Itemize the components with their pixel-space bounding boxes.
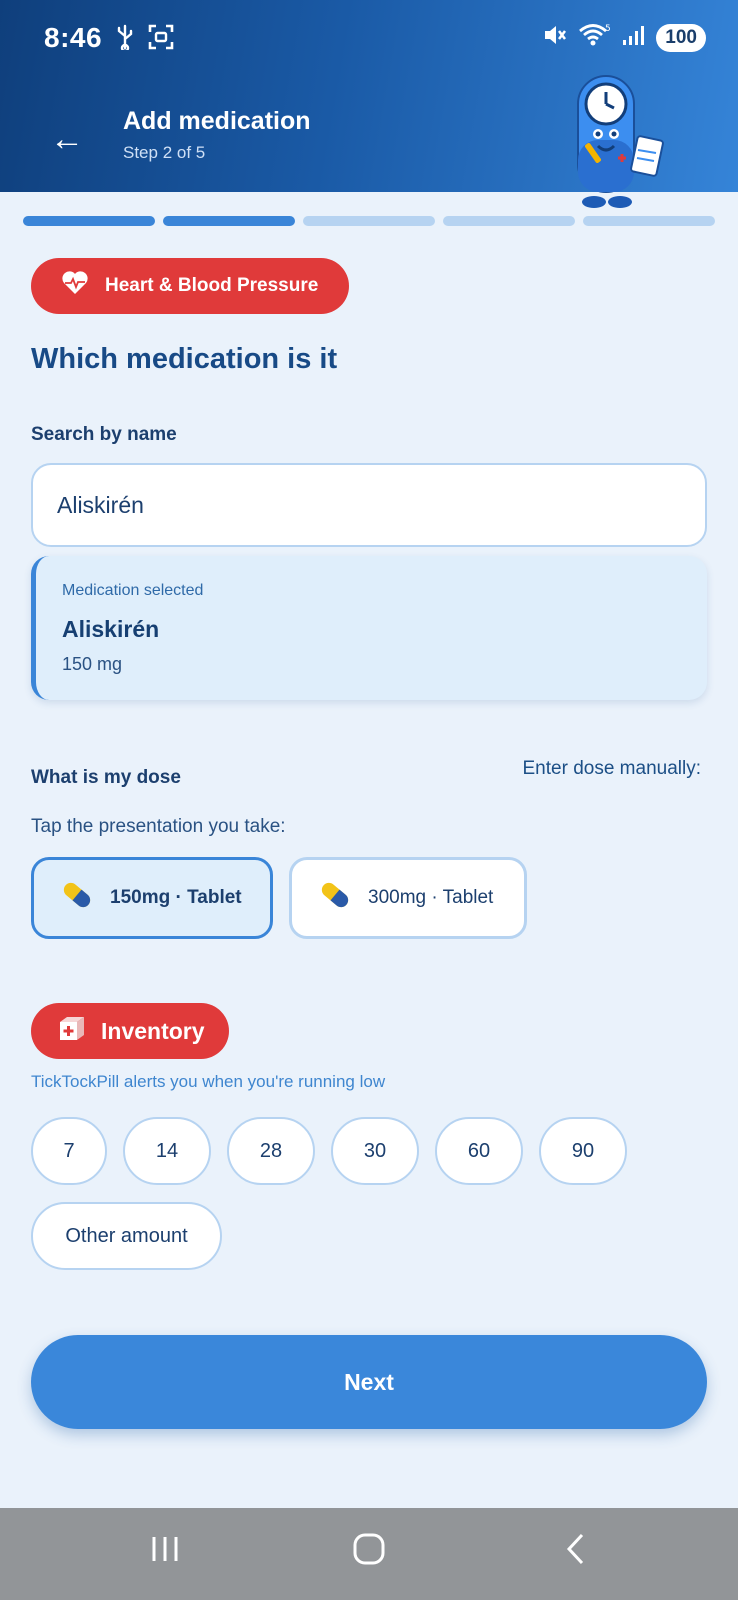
progress-segment-5 [583, 216, 715, 226]
recent-apps-icon[interactable] [148, 1532, 182, 1571]
selected-medication-name: Aliskirén [62, 616, 160, 642]
medkit-icon [57, 1014, 87, 1048]
inventory-amount-14[interactable]: 14 [123, 1117, 211, 1185]
signal-icon [622, 23, 646, 52]
section-title: Which medication is it [31, 343, 338, 375]
back-button[interactable]: ← [50, 122, 84, 156]
next-button[interactable]: Next [31, 1335, 707, 1429]
dose-option-300mg[interactable]: 300mg · Tablet [289, 857, 527, 939]
back-nav-icon[interactable] [560, 1532, 594, 1571]
progress-segment-1 [23, 216, 155, 226]
inventory-amount-28[interactable]: 28 [227, 1117, 315, 1185]
search-label: Search by name [31, 424, 177, 445]
capsule-icon [58, 876, 96, 920]
category-badge[interactable]: Heart & Blood Pressure [31, 258, 349, 314]
status-right: 5 100 [542, 22, 706, 53]
search-input-value: Aliskirén [57, 491, 144, 518]
mute-icon [542, 23, 568, 52]
progress-segment-3 [303, 216, 435, 226]
inventory-amount-7[interactable]: 7 [31, 1117, 107, 1185]
inventory-hint: TickTockPill alerts you when you're runn… [31, 1072, 386, 1091]
app-header: 8:46 5 100 ← Add medication Step 2 of 5 [0, 0, 738, 208]
inventory-other-amount[interactable]: Other amount [31, 1202, 222, 1270]
selected-caption: Medication selected [62, 582, 204, 599]
dose-option-label: 300mg · Tablet [368, 887, 494, 908]
inventory-amount-60[interactable]: 60 [435, 1117, 523, 1185]
enter-dose-manually-link[interactable]: Enter dose manually: [523, 758, 702, 780]
usb-icon [116, 24, 134, 55]
selected-medication-dose: 150 mg [62, 654, 123, 674]
inventory-label: Inventory [101, 1017, 205, 1044]
pill-mascot-icon [564, 70, 674, 215]
inventory-amount-30[interactable]: 30 [331, 1117, 419, 1185]
dose-option-150mg[interactable]: 150mg · Tablet [31, 857, 273, 939]
inventory-amount-90[interactable]: 90 [539, 1117, 627, 1185]
category-label: Heart & Blood Pressure [105, 275, 319, 296]
screenshot-icon [148, 24, 174, 55]
dose-option-label: 150mg · Tablet [110, 887, 242, 908]
svg-text:5: 5 [605, 24, 611, 34]
capsule-icon [316, 876, 354, 920]
page-title: Add medication [123, 107, 311, 135]
system-nav-bar [0, 1508, 738, 1600]
status-left-icons [116, 24, 174, 55]
wifi-icon: 5 [578, 22, 612, 53]
home-icon[interactable] [352, 1532, 386, 1571]
progress-segment-4 [443, 216, 575, 226]
heart-pulse-icon [61, 270, 89, 302]
selected-medication-card: Medication selected Aliskirén 150 mg [31, 556, 707, 700]
status-time: 8:46 [44, 22, 103, 53]
step-indicator: Step 2 of 5 [123, 143, 206, 162]
inventory-badge: Inventory [31, 1003, 229, 1059]
search-input[interactable]: Aliskirén [31, 463, 707, 547]
step-progress-bar [23, 216, 715, 226]
battery-indicator: 100 [656, 23, 706, 52]
dose-hint: Tap the presentation you take: [31, 816, 286, 837]
progress-segment-2 [163, 216, 295, 226]
dose-title: What is my dose [31, 767, 181, 788]
